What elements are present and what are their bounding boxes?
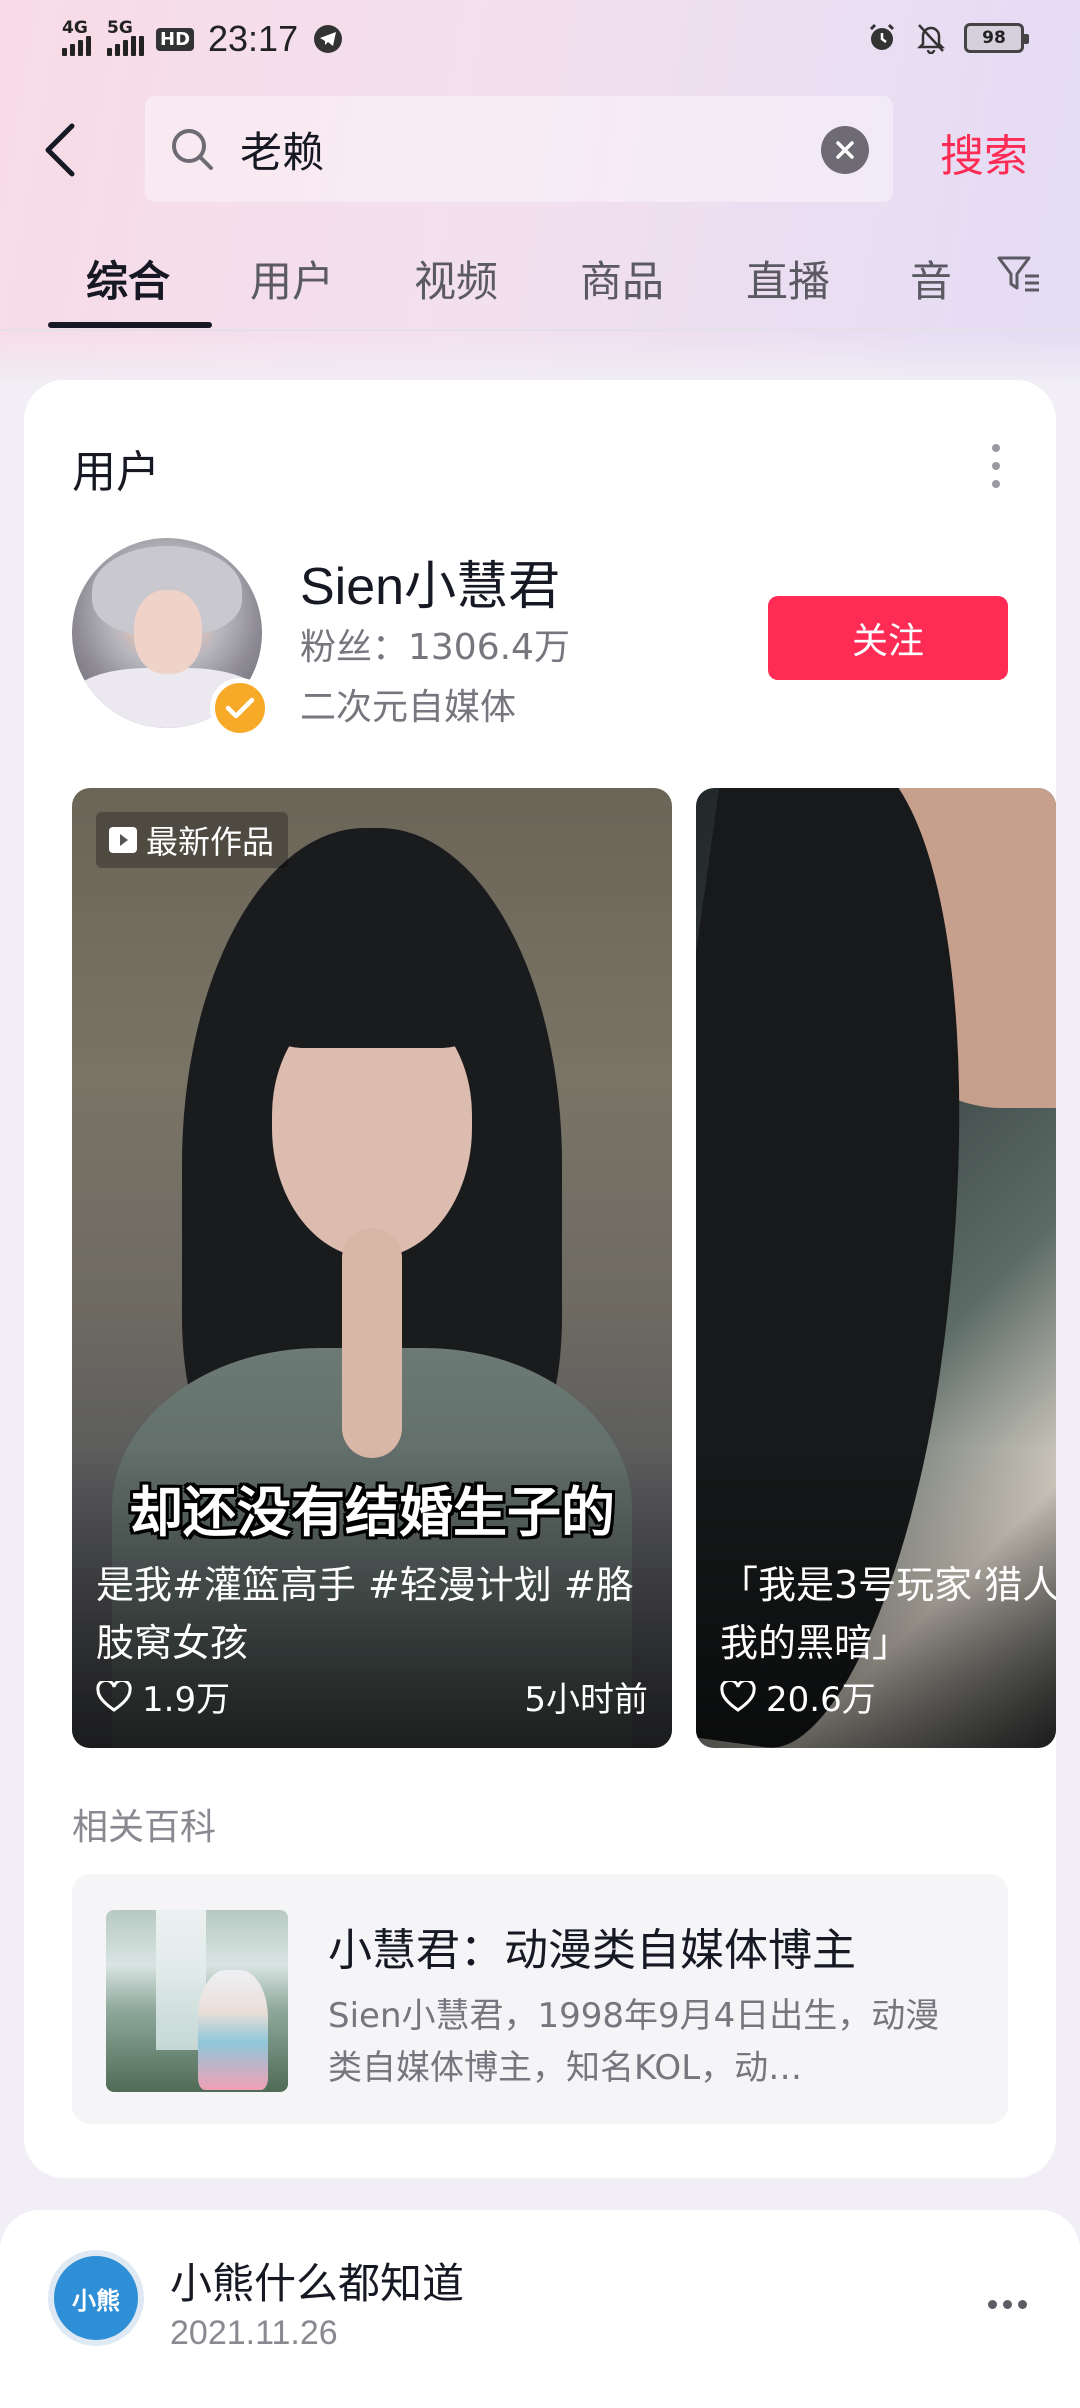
telegram-icon (314, 25, 343, 53)
result-tabs: 综合 用户 视频 商品 直播 音 (0, 240, 1080, 330)
tab-users[interactable]: 用户 (250, 248, 334, 309)
signal-5g-label: 5G (107, 18, 133, 38)
latest-work-label: 最新作品 (146, 823, 275, 861)
back-arrow-icon (45, 123, 75, 177)
post-date: 2021.11.26 (170, 2314, 338, 2352)
encyclopedia-title: 小慧君：动漫类自媒体博主 (328, 1925, 856, 1976)
user-result-card: 用户 Sien小慧君 粉丝：1306.4万 二次元自媒体 关注 最新作品 却还没… (24, 380, 1056, 2178)
video-thumbnail[interactable]: 最新作品 却还没有结婚生子的 是我#灌篮高手 #轻漫计划 #胳肢窝女孩 1.9万… (72, 788, 672, 1748)
tab-live[interactable]: 直播 (746, 248, 830, 309)
more-options-icon[interactable] (990, 444, 1002, 488)
status-bar-right: 98 (866, 22, 1029, 54)
post-author-name[interactable]: 小熊什么都知道 (170, 2250, 464, 2311)
more-options-icon[interactable] (988, 2300, 1027, 2309)
tab-music[interactable]: 音 (910, 248, 952, 309)
related-encyclopedia-label: 相关百科 (72, 1807, 217, 1848)
search-box[interactable] (145, 96, 893, 202)
user-fans-count: 粉丝：1306.4万 (300, 627, 570, 668)
search-submit-button[interactable]: 搜索 (940, 120, 1028, 184)
battery-level: 98 (982, 28, 1006, 48)
tabs-divider (0, 329, 1080, 331)
filter-icon[interactable] (995, 250, 1043, 298)
video-play-icon (109, 827, 137, 853)
video-caption: 「我是3号玩家‘猎人’，走入属于我的黑暗」 (720, 1563, 1056, 1665)
active-tab-indicator (48, 322, 212, 328)
battery-icon: 98 (964, 23, 1029, 53)
post-text-peek (48, 2390, 1048, 2408)
user-description: 二次元自媒体 (300, 687, 517, 728)
encyclopedia-image (106, 1910, 288, 2092)
signal-4g-label: 4G (62, 18, 88, 38)
video-caption: 是我#灌篮高手 #轻漫计划 #胳肢窝女孩 (96, 1563, 634, 1665)
video-like-count: 20.6万 (766, 1680, 876, 1720)
video-overlay-caption: 却还没有结婚生子的 (129, 1481, 615, 1544)
status-bar-left: 4G 5G HD 23:17 (62, 18, 343, 60)
search-input[interactable] (240, 118, 800, 180)
latest-work-badge: 最新作品 (96, 812, 289, 868)
tab-products[interactable]: 商品 (580, 248, 664, 309)
status-time: 23:17 (208, 18, 299, 59)
close-icon (836, 141, 854, 159)
signal-5g-icon: 5G (107, 18, 144, 56)
encyclopedia-card[interactable]: 小慧君：动漫类自媒体博主 Sien小慧君，1998年9月4日出生，动漫类自媒体博… (72, 1874, 1008, 2124)
heart-icon (720, 1680, 756, 1712)
user-name[interactable]: Sien小慧君 (300, 544, 560, 619)
signal-4g-icon: 4G (62, 18, 91, 56)
video-likes: 20.6万 (720, 1672, 876, 1721)
follow-button[interactable]: 关注 (768, 596, 1008, 680)
clear-search-button[interactable] (821, 126, 869, 174)
post-card: 小熊 小熊什么都知道 2021.11.26 (0, 2210, 1080, 2408)
back-button[interactable] (40, 110, 100, 190)
heart-icon (96, 1680, 132, 1712)
alarm-icon (869, 23, 895, 50)
video-thumbnail[interactable]: 「我是3号玩家‘猎人’，走入属于我的黑暗」 20.6万 (696, 788, 1056, 1748)
mute-bell-icon (916, 24, 946, 54)
verified-badge-icon (210, 678, 270, 738)
video-time: 5小时前 (524, 1680, 648, 1720)
video-likes: 1.9万 (96, 1672, 230, 1721)
video-like-count: 1.9万 (142, 1680, 231, 1720)
post-avatar-text: 小熊 (72, 2286, 120, 2315)
status-bar: 4G 5G HD 23:17 98 (0, 0, 1080, 80)
tab-comprehensive[interactable]: 综合 (86, 248, 170, 309)
section-title: 用户 (72, 447, 160, 498)
hd-voice-icon: HD (156, 27, 195, 51)
search-icon (172, 129, 213, 170)
tab-videos[interactable]: 视频 (414, 248, 498, 309)
encyclopedia-description: Sien小慧君，1998年9月4日出生，动漫类自媒体博主，知名KOL，动… (328, 1996, 940, 2088)
avatar[interactable]: 小熊 (48, 2250, 144, 2346)
